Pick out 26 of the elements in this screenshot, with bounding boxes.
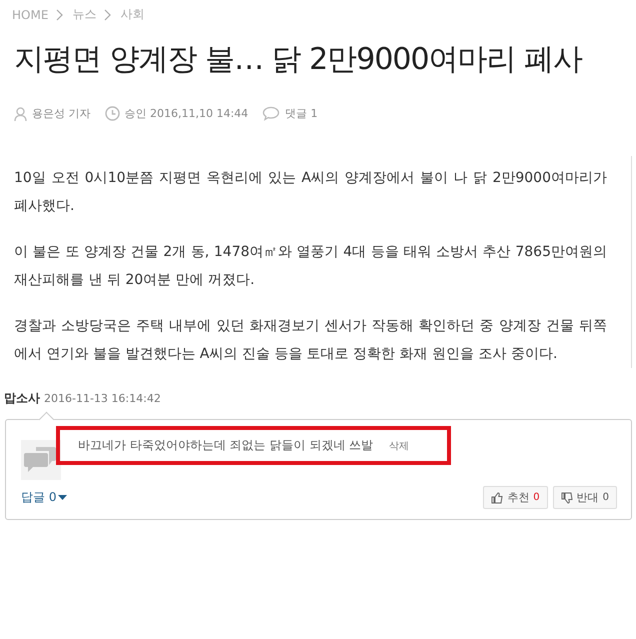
article-paragraph: 이 불은 또 양계장 건물 2개 동, 1478여㎡와 열풍기 4대 등을 태워 소방서 추산 7865만여원의 재산피해를 낸 뒤 20여분 만에 꺼졌다.: [14, 243, 607, 290]
headline: 지평면 양계장 불… 닭 2만9000여마리 폐사: [14, 41, 584, 79]
replies-toggle[interactable]: 답글 0: [21, 489, 68, 506]
clock-icon: [104, 106, 120, 121]
thumbs-up-icon: [491, 492, 504, 504]
oppose-button[interactable]: 반대 0: [552, 486, 617, 509]
approval-date: 승인 2016,11,10 14:44: [124, 106, 248, 121]
comment-time: 2016-11-13 16:14:42: [44, 392, 161, 405]
caret-icon: [58, 494, 68, 501]
breadcrumb-link[interactable]: 사회: [120, 6, 144, 23]
breadcrumb-link[interactable]: HOME: [12, 8, 48, 22]
article-paragraph: 10일 오전 0시10분쯤 지평면 옥현리에 있는 A씨의 양계장에서 불이 나 닭 2만9000여마리가 폐사했다.: [14, 169, 607, 216]
person-icon: [14, 106, 27, 120]
chevron-icon: [56, 8, 64, 20]
thumbs-down-icon: [560, 492, 573, 504]
chevron-icon: [104, 8, 112, 20]
avatar-icon: [21, 440, 61, 480]
speech-bubble-icon: [262, 106, 280, 121]
comment-count-link[interactable]: 댓글 1: [285, 106, 318, 121]
comment-author: 맙소사: [4, 390, 40, 407]
article-paragraph: 경찰과 소방당국은 주택 내부에 있던 화재경보기 센서가 작동해 확인하던 중 양계장 건물 뒤쪽에서 연기와 불을 발견했다는 A씨의 진술 등을 토대로 정확한 화재 원인을 조사 중이다.: [14, 317, 607, 364]
recommend-button[interactable]: 추천 0: [483, 486, 548, 509]
comment-text: 바끄네가 타죽었어야하는데 죄없는 닭들이 되겠네 쓰발: [78, 437, 374, 454]
breadcrumb-link[interactable]: 뉴스: [72, 6, 96, 23]
author: 용은성 기자: [32, 106, 90, 121]
delete-link[interactable]: 삭제: [389, 438, 410, 452]
